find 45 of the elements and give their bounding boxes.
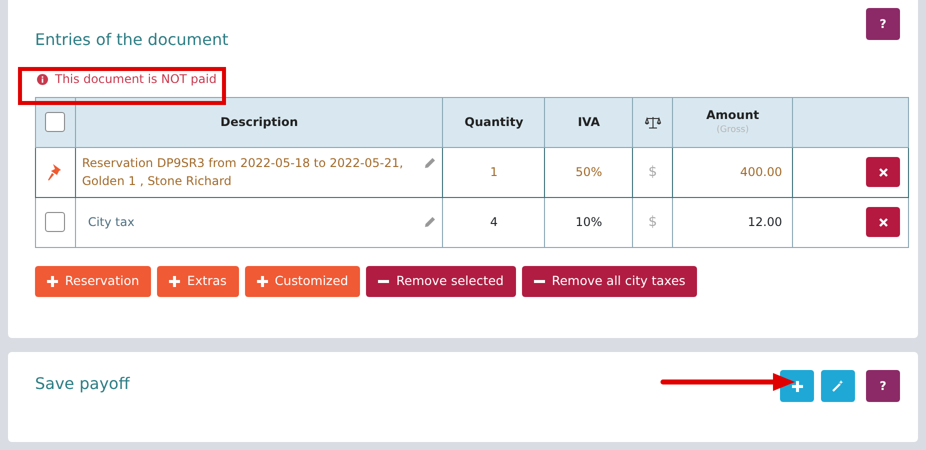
plus-icon [169, 276, 180, 286]
entry-iva: 50% [576, 165, 602, 179]
minus-icon [534, 280, 545, 282]
add-button[interactable]: Extras [157, 266, 239, 296]
column-header: IVA [578, 115, 600, 129]
pencil-icon[interactable] [424, 216, 436, 228]
delete-button[interactable] [866, 157, 900, 187]
info-icon [37, 74, 48, 84]
pencil-icon[interactable] [424, 157, 436, 169]
entry-amount: 12.00 [748, 215, 782, 229]
wand-button[interactable] [821, 370, 855, 402]
remove-button[interactable]: Remove all city taxes [522, 266, 698, 296]
close-icon [878, 168, 888, 178]
column-subheader: (Gross) [715, 124, 750, 138]
entry-quantity: 1 [490, 165, 498, 179]
plus-icon [47, 276, 58, 286]
entry-iva: 10% [576, 215, 602, 229]
payment-notice: This document is NOT paid [55, 71, 217, 88]
entry-description: Reservation DP9SR3 from 2022-05-18 to 2022-05-21, Golden 1 , Stone Richard [82, 155, 404, 190]
remove-button[interactable]: Remove selected [366, 266, 516, 296]
delete-button[interactable] [866, 207, 900, 237]
currency-symbol: $ [648, 214, 658, 230]
help-button[interactable]: ? [866, 8, 900, 40]
add-button[interactable] [780, 370, 814, 402]
plus-icon [256, 276, 268, 286]
wand-icon [832, 380, 844, 392]
column-header: Amount [706, 108, 760, 122]
close-icon [878, 218, 888, 228]
entry-quantity: 4 [490, 215, 498, 229]
help-button[interactable]: ? [866, 370, 900, 402]
pin-icon [47, 163, 64, 182]
row-checkbox[interactable] [45, 212, 66, 232]
currency-symbol: $ [648, 164, 658, 180]
scale-icon [644, 116, 661, 130]
column-header: Description [220, 115, 298, 129]
select-all-checkbox[interactable] [45, 112, 66, 132]
column-header: Quantity [464, 115, 524, 129]
plus-icon [792, 380, 802, 392]
add-button[interactable]: Customized [244, 266, 360, 296]
entry-amount: 400.00 [740, 165, 782, 179]
add-button[interactable]: Reservation [35, 266, 152, 296]
minus-icon [378, 280, 390, 282]
section-title: Entries of the document [35, 29, 228, 51]
section-title: Save payoff [35, 373, 130, 395]
entry-description: City tax [86, 214, 134, 231]
